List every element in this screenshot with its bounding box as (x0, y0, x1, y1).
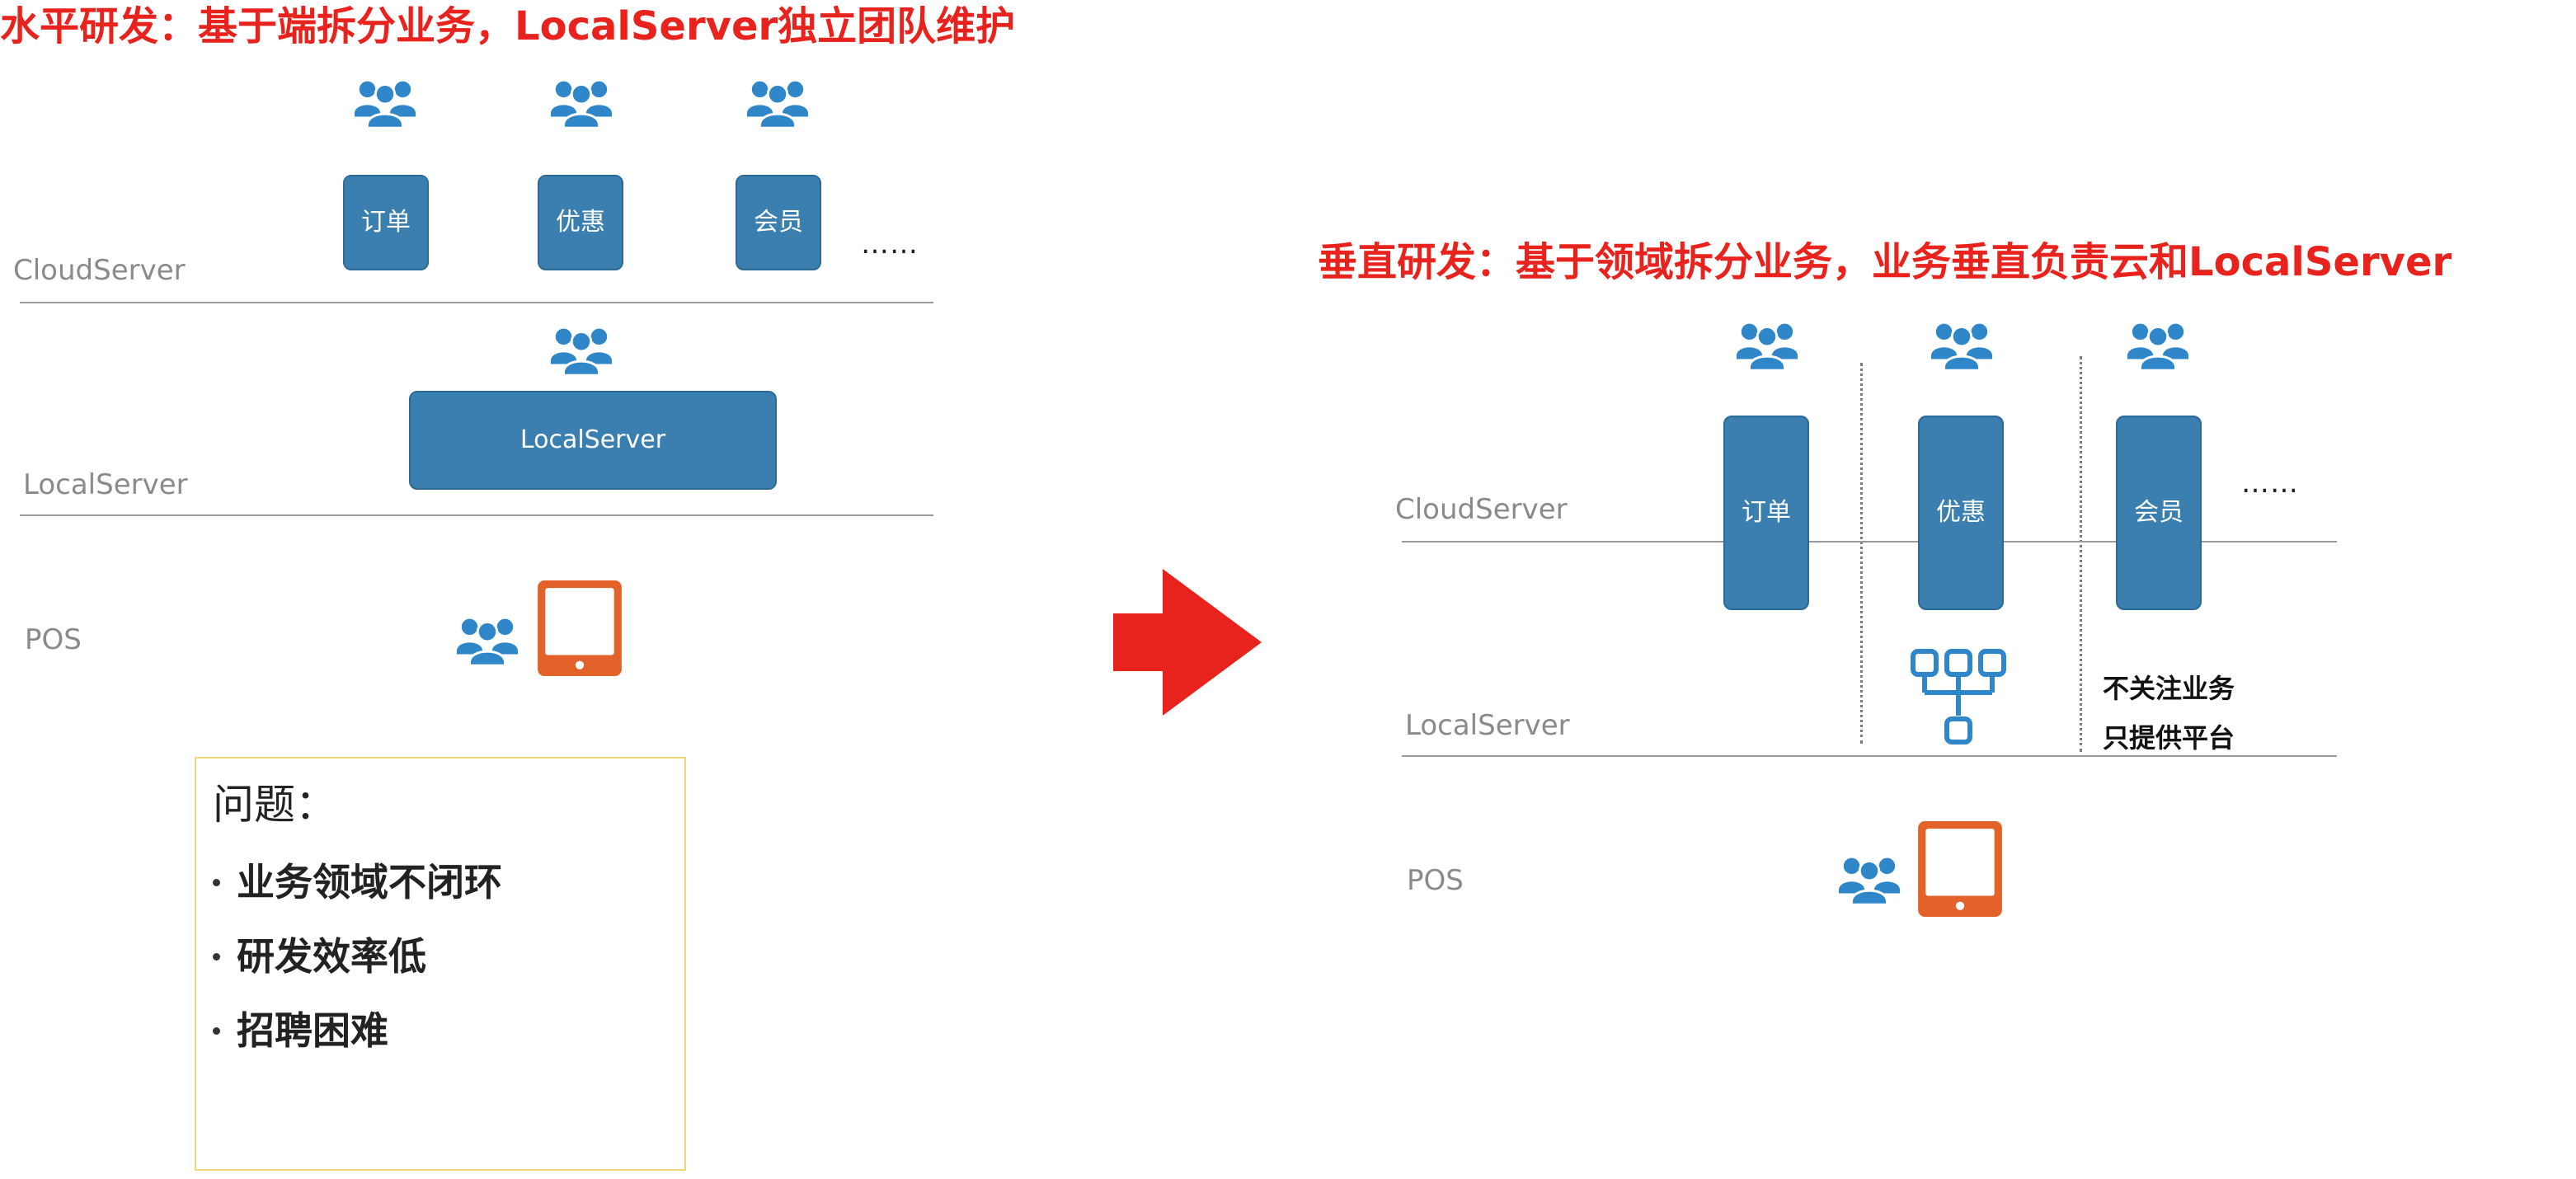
layer-divider (1402, 755, 2337, 757)
team-icon (549, 76, 613, 129)
module-box-discount: 优惠 (1918, 416, 2004, 610)
problem-box: 问题： 业务领域不闭环 研发效率低 招聘困难 (195, 757, 686, 1171)
layer-label-localserver: LocalServer (1405, 709, 1570, 742)
problem-item: 业务领域不闭环 (213, 859, 502, 905)
layer-label-localserver: LocalServer (23, 468, 188, 501)
ellipsis: …… (861, 228, 919, 261)
arrow-right-icon (1113, 569, 1262, 719)
bullet (213, 952, 220, 961)
team-icon (549, 323, 613, 376)
problem-item: 研发效率低 (213, 933, 426, 979)
domain-separator (1860, 363, 1863, 744)
layer-label-pos: POS (25, 623, 82, 656)
problem-item: 招聘困难 (213, 1008, 388, 1054)
problem-title: 问题： (213, 781, 336, 829)
layer-divider (20, 514, 933, 516)
ellipsis: …… (2241, 467, 2299, 500)
domain-separator (2080, 356, 2082, 752)
team-icon (2126, 318, 2190, 371)
module-box-member: 会员 (2116, 416, 2202, 610)
module-box-member: 会员 (736, 175, 821, 270)
org-structure-icon (1910, 648, 2007, 750)
layer-divider (20, 302, 933, 303)
layer-label-cloudserver: CloudServer (13, 254, 186, 287)
platform-note-line: 不关注业务 (2103, 673, 2235, 704)
left-title: 水平研发：基于端拆分业务，LocalServer独立团队维护 (0, 3, 1016, 49)
right-title: 垂直研发：基于领域拆分业务，业务垂直负责云和LocalServer (1318, 239, 2452, 285)
team-icon (1735, 318, 1799, 371)
layer-label-pos: POS (1407, 864, 1464, 897)
platform-note-line: 只提供平台 (2103, 722, 2235, 754)
module-box-order: 订单 (343, 175, 429, 270)
module-box-order: 订单 (1723, 416, 1809, 610)
layer-label-cloudserver: CloudServer (1395, 493, 1568, 526)
bullet (213, 1026, 220, 1035)
localserver-box: LocalServer (409, 391, 777, 490)
tablet-icon (538, 580, 622, 679)
module-box-discount: 优惠 (538, 175, 623, 270)
team-icon (1930, 318, 1994, 371)
team-icon (1837, 853, 1901, 905)
team-icon (353, 76, 417, 129)
bullet (213, 878, 220, 886)
team-icon (745, 76, 810, 129)
tablet-icon (1918, 821, 2002, 920)
team-icon (455, 613, 519, 666)
